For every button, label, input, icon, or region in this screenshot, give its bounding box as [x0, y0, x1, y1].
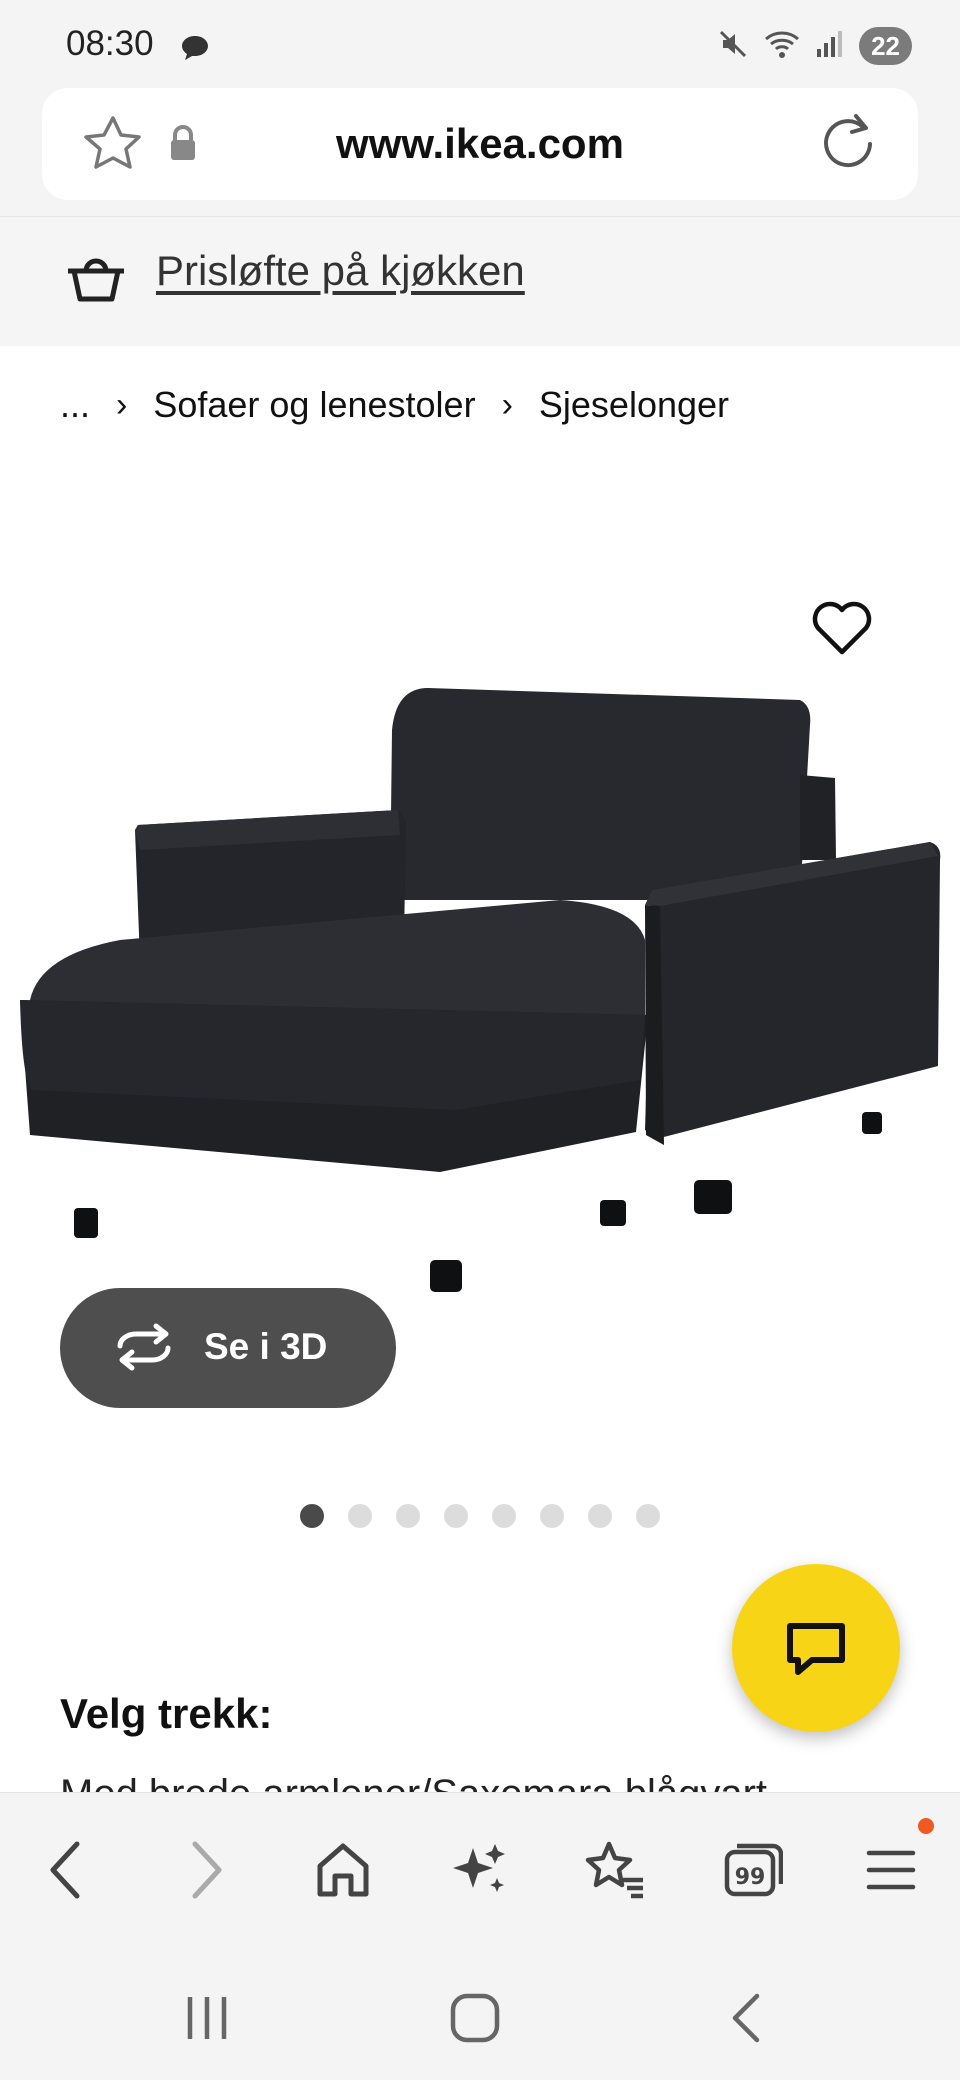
back-nav-icon[interactable]	[710, 1988, 780, 2048]
back-arrow-icon[interactable]	[30, 1835, 100, 1905]
carousel-dot-5[interactable]	[492, 1504, 516, 1528]
view-3d-label: Se i 3D	[204, 1326, 328, 1367]
carousel-dot-8[interactable]	[636, 1504, 660, 1528]
home-icon[interactable]	[308, 1835, 378, 1905]
signal-icon	[815, 29, 845, 64]
address-bar[interactable]: www.ikea.com	[42, 88, 918, 200]
svg-text:99: 99	[735, 1865, 766, 1890]
system-nav-bar	[0, 1944, 960, 2080]
cover-select-label: Velg trekk:	[60, 1690, 273, 1737]
carousel-dot-1[interactable]	[300, 1504, 324, 1528]
message-notification-icon	[180, 34, 210, 67]
tabs-icon[interactable]: 99	[718, 1835, 788, 1905]
promo-banner[interactable]: Prisløfte på kjøkken	[0, 216, 960, 346]
chevron-right-icon: ›	[501, 385, 513, 424]
reload-icon[interactable]	[818, 112, 878, 179]
sparkle-icon[interactable]	[444, 1835, 514, 1905]
status-bar: 08:30 22	[0, 0, 960, 88]
status-indicators: 22	[717, 26, 912, 66]
forward-arrow-icon[interactable]	[172, 1835, 242, 1905]
wifi-icon	[763, 28, 801, 65]
menu-icon[interactable]	[856, 1835, 926, 1905]
battery-level: 22	[859, 27, 912, 65]
promo-link[interactable]: Prisløfte på kjøkken	[156, 247, 525, 295]
carousel-dot-2[interactable]	[348, 1504, 372, 1528]
chat-button[interactable]	[732, 1564, 900, 1732]
browser-toolbar: 99	[0, 1792, 960, 1944]
recent-apps-icon[interactable]	[172, 1988, 242, 2048]
carousel-dot-7[interactable]	[588, 1504, 612, 1528]
breadcrumb: ... › Sofaer og lenestoler › Sjeselonger	[60, 384, 729, 426]
menu-notification-dot	[918, 1818, 934, 1834]
bookmarks-icon[interactable]	[580, 1835, 650, 1905]
cover-select-value[interactable]: Med brede armlener/Saxemara blågvart	[60, 1770, 767, 1792]
breadcrumb-sofas[interactable]: Sofaer og lenestoler	[153, 384, 475, 426]
mute-icon	[717, 28, 749, 65]
browser-address-area: www.ikea.com	[0, 88, 960, 216]
breadcrumb-chaise[interactable]: Sjeselonger	[539, 384, 729, 426]
rotate-3d-icon	[112, 1322, 176, 1377]
carousel-dot-4[interactable]	[444, 1504, 468, 1528]
chat-icon	[787, 1623, 845, 1675]
chevron-right-icon: ›	[116, 385, 128, 424]
favorite-heart-icon[interactable]	[810, 598, 874, 658]
product-image[interactable]	[0, 560, 960, 1320]
home-nav-icon[interactable]	[440, 1988, 510, 2048]
carousel-dot-3[interactable]	[396, 1504, 420, 1528]
breadcrumb-ellipsis[interactable]: ...	[60, 384, 90, 426]
carousel-dot-6[interactable]	[540, 1504, 564, 1528]
view-3d-button[interactable]: Se i 3D	[60, 1288, 396, 1408]
url-text[interactable]: www.ikea.com	[42, 120, 918, 168]
status-time: 08:30	[66, 24, 154, 63]
image-carousel-dots	[300, 1504, 660, 1528]
basket-icon	[64, 251, 128, 312]
